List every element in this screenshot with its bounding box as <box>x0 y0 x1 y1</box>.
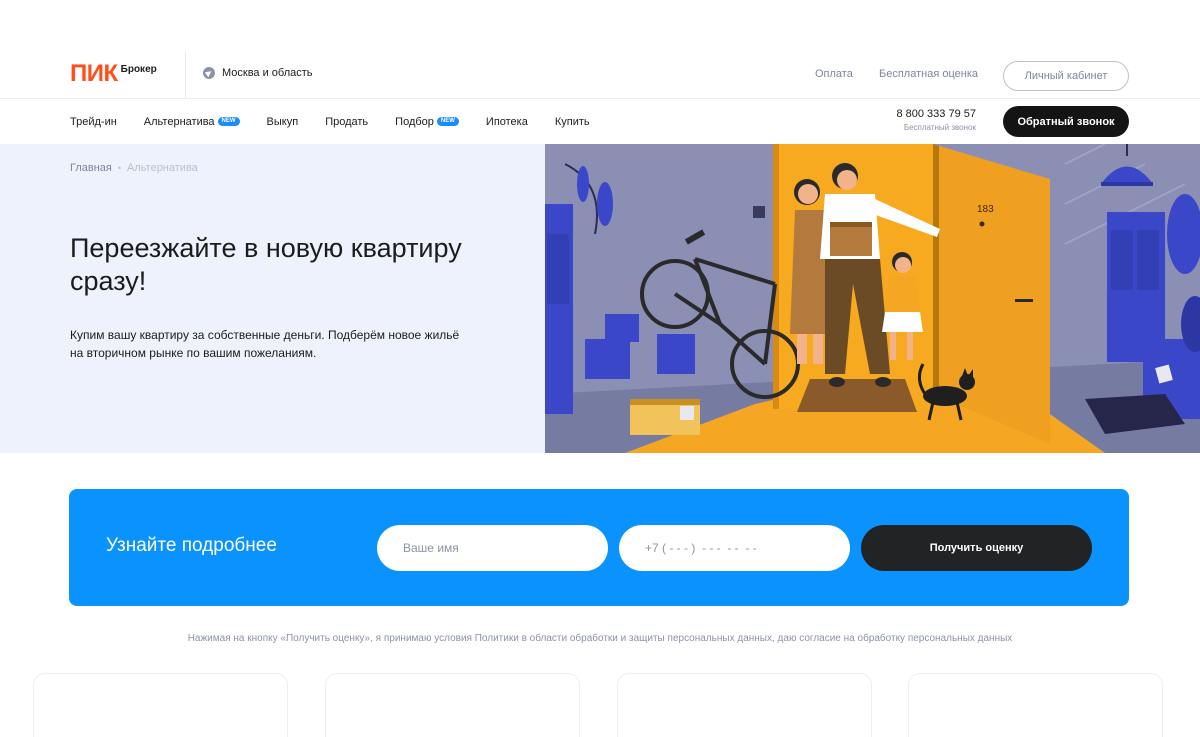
info-card <box>33 673 288 737</box>
payment-link[interactable]: Оплата <box>815 68 853 80</box>
consent-text: Нажимая на кнопку «Получить оценку», я п… <box>187 633 1013 644</box>
free-estimate-link[interactable]: Бесплатная оценка <box>879 68 978 80</box>
nav-item-mortgage[interactable]: Ипотека <box>486 116 528 128</box>
hero-content: Главная • Альтернатива Переезжайте в нов… <box>0 144 545 453</box>
logo-divider <box>185 52 186 98</box>
logo[interactable]: ПИК Брокер <box>70 60 157 87</box>
top-header: ПИК Брокер Москва и область Оплата Беспл… <box>0 52 1200 98</box>
hero-illustration: 183 <box>545 144 1200 453</box>
phone-caption: Бесплатный звонок <box>903 123 976 132</box>
main-nav: Трейд-ин Альтернатива NEW Выкуп Продать … <box>70 99 617 144</box>
info-card <box>617 673 872 737</box>
get-estimate-button[interactable]: Получить оценку <box>861 525 1092 571</box>
breadcrumb-current: Альтернатива <box>127 162 198 174</box>
nav-item-label: Трейд-ин <box>70 115 117 128</box>
callback-button[interactable]: Обратный звонок <box>1003 106 1129 137</box>
logo-subtitle: Брокер <box>120 64 157 75</box>
nav-item-label: Купить <box>554 115 590 128</box>
nav-item-label: Продать <box>325 115 369 128</box>
lead-form: Узнайте подробнее Получить оценку <box>69 489 1129 606</box>
new-badge: NEW <box>217 117 240 126</box>
nav-item-alternative[interactable]: Альтернатива NEW <box>144 116 240 128</box>
form-title: Узнайте подробнее <box>106 535 277 556</box>
page-title: Переезжайте в новую квартиру сразу! <box>70 233 462 296</box>
region-selector[interactable]: Москва и область <box>203 67 313 79</box>
nav-item-label: Выкуп <box>266 115 299 128</box>
info-card <box>908 673 1163 737</box>
phone-number[interactable]: 8 800 333 79 57 <box>892 108 976 120</box>
breadcrumb-home[interactable]: Главная <box>70 162 112 174</box>
moving-family-illustration: 183 <box>545 144 1200 453</box>
nav-item-buyout[interactable]: Выкуп <box>267 116 299 128</box>
region-label: Москва и область <box>222 67 313 79</box>
nav-item-label: Подбор <box>395 115 434 128</box>
new-badge: NEW <box>436 117 459 126</box>
nav-item-sell[interactable]: Продать <box>325 116 368 128</box>
phone-input[interactable] <box>619 525 850 571</box>
hero-section: Главная • Альтернатива Переезжайте в нов… <box>0 144 1200 453</box>
nav-item-trade-in[interactable]: Трейд-ин <box>70 116 117 128</box>
nav-item-selection[interactable]: Подбор NEW <box>395 116 459 128</box>
name-input[interactable] <box>377 525 608 571</box>
breadcrumb-separator: • <box>117 163 122 173</box>
hero-description: Купим вашу квартиру за собственные деньг… <box>70 328 460 360</box>
nav-item-buy[interactable]: Купить <box>555 116 590 128</box>
nav-item-label: Альтернатива <box>143 115 215 128</box>
nav-item-label: Ипотека <box>485 115 528 128</box>
phone-block: 8 800 333 79 57 Бесплатный звонок <box>892 108 976 132</box>
breadcrumb: Главная • Альтернатива <box>70 162 198 174</box>
logo-mark: ПИК <box>70 60 118 87</box>
personal-cabinet-button[interactable]: Личный кабинет <box>1003 61 1129 91</box>
info-card <box>325 673 580 737</box>
location-arrow-icon <box>203 67 215 79</box>
door-number: 183 <box>977 204 994 215</box>
